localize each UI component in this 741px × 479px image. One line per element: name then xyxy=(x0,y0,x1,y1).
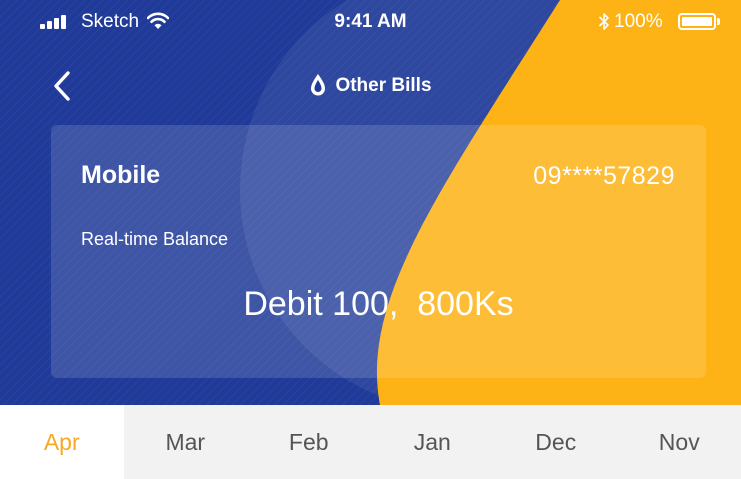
status-time: 9:41 AM xyxy=(334,11,407,32)
bluetooth-icon xyxy=(598,13,609,30)
balance-amount: Debit 100, 800Ks xyxy=(243,285,514,323)
drop-logo-icon xyxy=(311,74,326,96)
carrier-name: Sketch xyxy=(81,11,140,32)
phone-number: 09****57829 xyxy=(533,162,675,190)
tab-nov[interactable]: Nov xyxy=(618,405,741,479)
month-tabs: Apr Mar Feb Jan Dec Nov xyxy=(0,405,741,479)
tab-dec[interactable]: Dec xyxy=(494,405,618,479)
battery-icon xyxy=(678,13,716,30)
battery-percent: 100% xyxy=(614,11,663,32)
tab-mar[interactable]: Mar xyxy=(124,405,248,479)
chevron-left-icon[interactable] xyxy=(48,68,76,104)
tab-feb[interactable]: Feb xyxy=(247,405,371,479)
screen: Sketch 9:41 AM 100% Other Bills Mobile 0 xyxy=(0,0,741,479)
tab-jan[interactable]: Jan xyxy=(371,405,495,479)
battery-tip xyxy=(717,18,720,25)
status-bar: Sketch 9:41 AM 100% xyxy=(0,0,741,44)
balance-label: Real-time Balance xyxy=(81,229,229,249)
nav-title-group: Other Bills xyxy=(309,73,432,99)
page-title: Other Bills xyxy=(335,75,432,96)
signal-icon xyxy=(40,15,70,29)
balance-card: Mobile 09****57829 Real-time Balance Deb… xyxy=(51,125,706,378)
wifi-icon xyxy=(147,12,169,29)
tab-apr[interactable]: Apr xyxy=(0,405,124,479)
bill-type: Mobile xyxy=(81,161,161,189)
